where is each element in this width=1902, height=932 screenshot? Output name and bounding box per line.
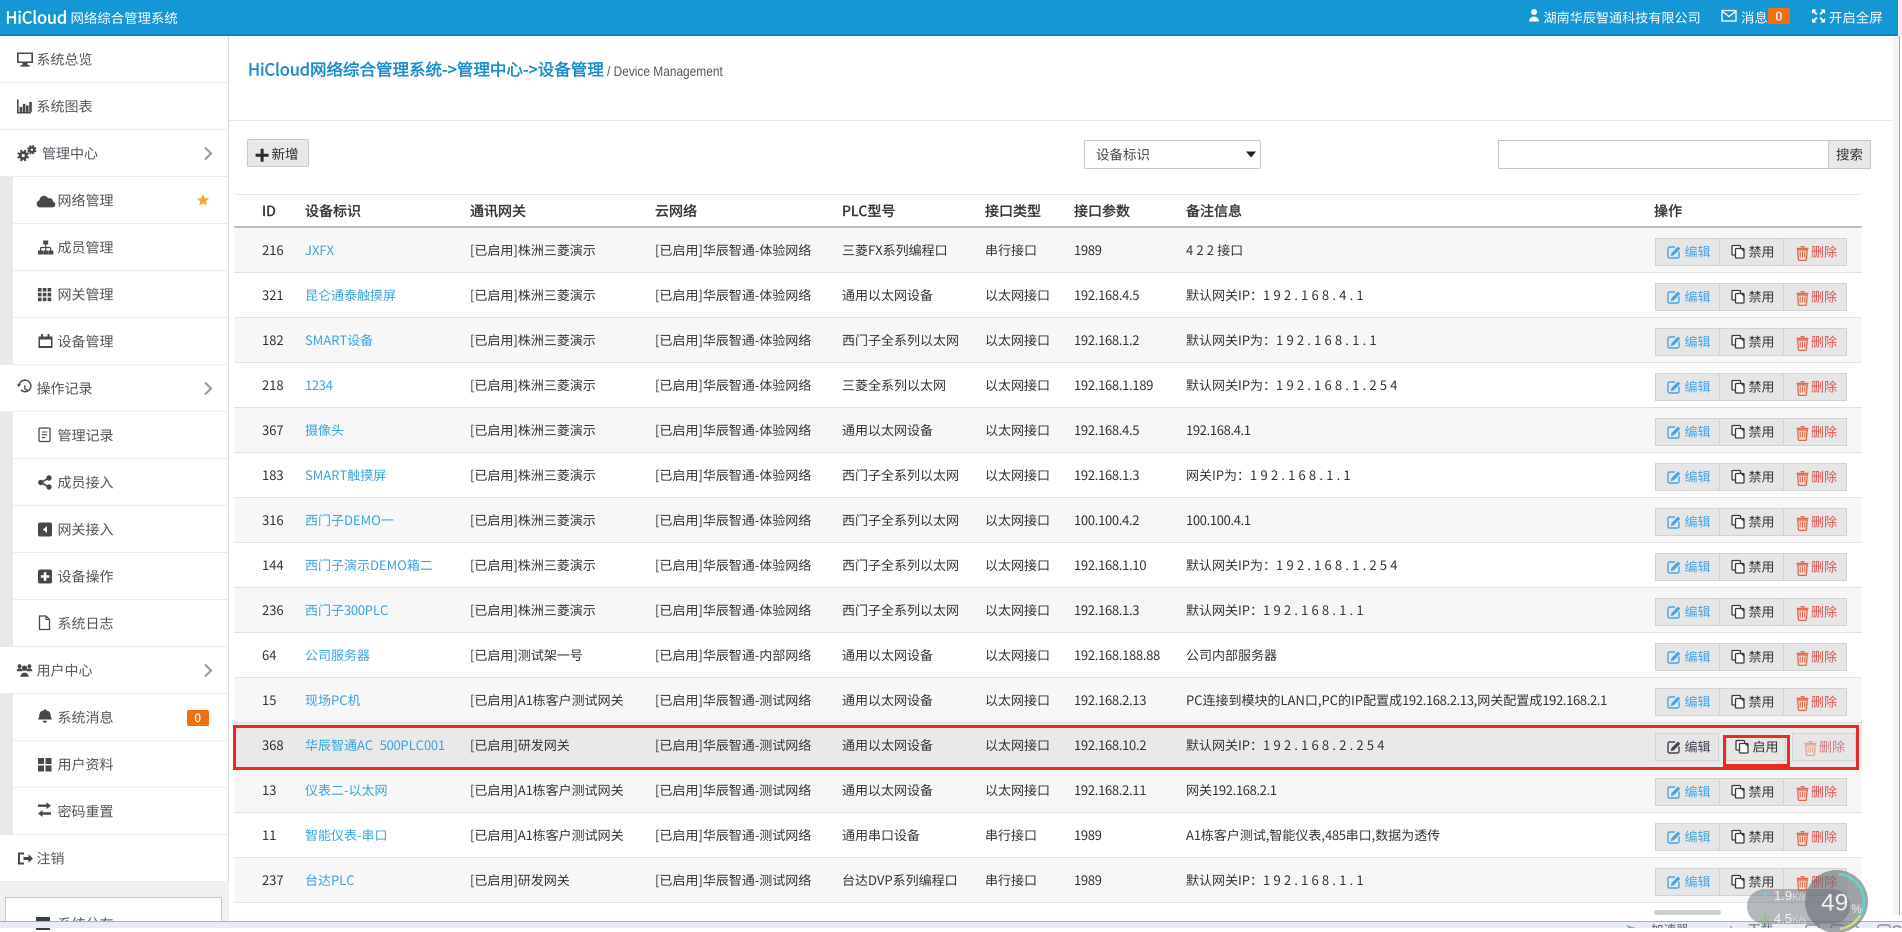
svg-text:4.5K/s: 4.5K/s bbox=[1774, 911, 1807, 926]
svg-text:49: 49 bbox=[1821, 890, 1848, 917]
svg-text:%: % bbox=[1852, 904, 1862, 916]
svg-text:1.9K/s: 1.9K/s bbox=[1774, 888, 1807, 903]
